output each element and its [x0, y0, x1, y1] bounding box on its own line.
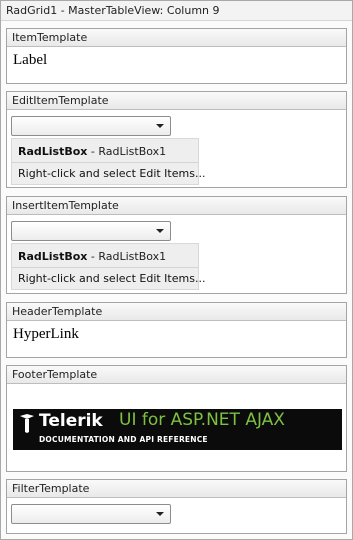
chevron-down-icon[interactable] [156, 229, 164, 233]
chevron-down-icon[interactable] [156, 512, 164, 516]
footer-template-section: FooterTemplate Telerik UI for ASP.NET AJ… [6, 365, 347, 472]
divider [12, 162, 198, 163]
hyperlink-control[interactable]: HyperLink [13, 326, 79, 343]
banner-brand: Telerik [39, 411, 103, 431]
banner-product: UI for ASP.NET AJAX [119, 410, 285, 430]
insert-listbox-type: RadListBox [18, 250, 88, 263]
item-template-section: ItemTemplate Label [6, 28, 347, 84]
edit-listbox-id: - RadListBox1 [87, 145, 167, 158]
telerik-logo-icon [20, 414, 34, 433]
edit-listbox-name: RadListBox - RadListBox1 [18, 145, 166, 158]
filter-dropdown[interactable] [11, 504, 171, 524]
insert-item-template-header: InsertItemTemplate [7, 197, 346, 215]
header-template-section: HeaderTemplate HyperLink [6, 302, 347, 358]
edit-item-template-header: EditItemTemplate [7, 92, 346, 110]
insert-item-template-section: InsertItemTemplate RadListBox - RadListB… [6, 196, 347, 294]
label-control[interactable]: Label [13, 52, 47, 69]
insert-listbox-id: - RadListBox1 [87, 250, 167, 263]
template-editor-window: RadGrid1 - MasterTableView: Column 9 Ite… [0, 0, 353, 540]
divider [12, 267, 198, 268]
header-template-header: HeaderTemplate [7, 303, 346, 321]
edit-item-template-section: EditItemTemplate RadListBox - RadListBox… [6, 91, 347, 188]
edit-dropdown[interactable] [11, 116, 171, 136]
chevron-down-icon[interactable] [156, 124, 164, 128]
edit-listbox-hint: Right-click and select Edit Items... [18, 167, 206, 180]
edit-listbox-type: RadListBox [18, 145, 88, 158]
telerik-banner-image[interactable]: Telerik UI for ASP.NET AJAX DOCUMENTATIO… [13, 409, 342, 450]
window-title: RadGrid1 - MasterTableView: Column 9 [1, 1, 352, 21]
filter-template-header: FilterTemplate [7, 480, 346, 498]
item-template-header: ItemTemplate [7, 29, 346, 47]
insert-listbox-hint: Right-click and select Edit Items... [18, 272, 206, 285]
banner-subtitle: DOCUMENTATION AND API REFERENCE [39, 435, 208, 444]
insert-listbox-name: RadListBox - RadListBox1 [18, 250, 166, 263]
insert-dropdown[interactable] [11, 221, 171, 241]
edit-listbox-control[interactable]: RadListBox - RadListBox1 Right-click and… [11, 138, 205, 185]
footer-template-header: FooterTemplate [7, 366, 346, 384]
filter-template-section: FilterTemplate [6, 479, 347, 534]
insert-listbox-control[interactable]: RadListBox - RadListBox1 Right-click and… [11, 243, 205, 290]
